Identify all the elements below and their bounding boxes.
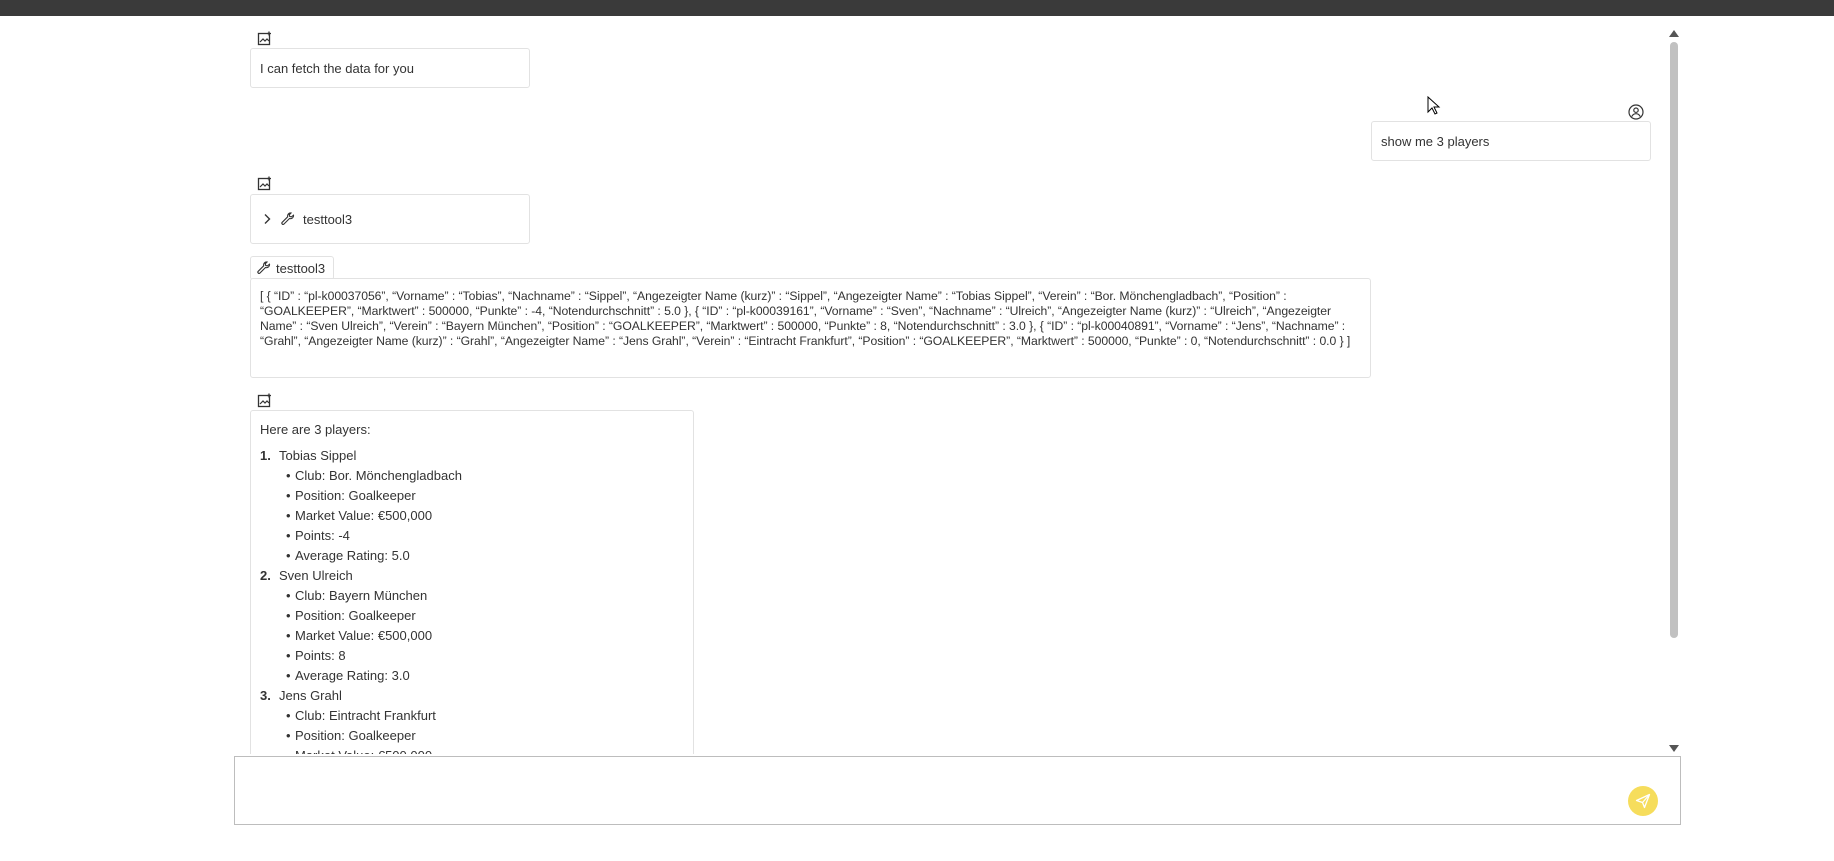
- player-detail: Points: 8: [286, 646, 684, 666]
- player-number: 1.: [260, 448, 271, 463]
- player-number: 2.: [260, 568, 271, 583]
- message-input[interactable]: [235, 757, 1680, 824]
- player-details: Club: Eintracht Frankfurt Position: Goal…: [279, 706, 684, 754]
- player-detail: Average Rating: 5.0: [286, 546, 684, 566]
- player-detail: Position: Goalkeeper: [286, 726, 684, 746]
- assistant-message-greeting: I can fetch the data for you: [250, 48, 530, 88]
- player-list: 1. Tobias Sippel Club: Bor. Mönchengladb…: [260, 446, 684, 754]
- tool-result-tag: testtool3: [250, 256, 335, 280]
- wrench-icon: [281, 212, 295, 226]
- send-icon: [1635, 793, 1651, 809]
- player-detail: Club: Bor. Mönchengladbach: [286, 466, 684, 486]
- player-name: Sven Ulreich: [279, 568, 353, 583]
- answer-intro: Here are 3 players:: [260, 422, 371, 437]
- player-detail: Position: Goalkeeper: [286, 606, 684, 626]
- scroll-up-arrow-icon[interactable]: [1669, 30, 1679, 37]
- wrench-icon: [257, 261, 271, 275]
- assistant-message-answer: Here are 3 players: 1. Tobias Sippel Clu…: [250, 410, 694, 754]
- player-detail: Average Rating: 3.0: [286, 666, 684, 686]
- assistant-avatar-icon: [254, 173, 276, 195]
- tool-result-message: [ { “ID” : “pl-k00037056”, “Vorname” : “…: [250, 278, 1371, 378]
- tool-result-json: [ { “ID” : “pl-k00037056”, “Vorname” : “…: [260, 289, 1351, 348]
- assistant-avatar-icon: [254, 28, 276, 50]
- send-button[interactable]: [1628, 786, 1658, 816]
- chat-scrollbar[interactable]: [1663, 26, 1685, 754]
- player-item: 1. Tobias Sippel Club: Bor. Mönchengladb…: [260, 446, 684, 566]
- player-detail: Club: Eintracht Frankfurt: [286, 706, 684, 726]
- message-composer[interactable]: [234, 756, 1681, 825]
- message-text: I can fetch the data for you: [260, 61, 414, 76]
- message-text: show me 3 players: [1381, 134, 1490, 149]
- user-message: show me 3 players: [1371, 121, 1651, 161]
- player-name: Tobias Sippel: [279, 448, 357, 463]
- scroll-down-arrow-icon[interactable]: [1669, 745, 1679, 752]
- player-details: Club: Bayern München Position: Goalkeepe…: [279, 586, 684, 686]
- player-detail: Market Value: €500,000: [286, 626, 684, 646]
- browser-top-bar: [0, 0, 1834, 16]
- chevron-right-icon[interactable]: [261, 213, 273, 225]
- player-item: 2. Sven Ulreich Club: Bayern München Pos…: [260, 566, 684, 686]
- tool-result-name: testtool3: [276, 260, 326, 276]
- player-detail: Points: -4: [286, 526, 684, 546]
- scrollbar-thumb[interactable]: [1670, 42, 1678, 638]
- player-detail: Position: Goalkeeper: [286, 486, 684, 506]
- player-detail: Market Value: €500,000: [286, 506, 684, 526]
- assistant-avatar-icon: [254, 390, 276, 412]
- player-item: 3. Jens Grahl Club: Eintracht Frankfurt …: [260, 686, 684, 754]
- tool-call-name: testtool3: [303, 211, 353, 227]
- player-detail: Market Value: €500,000: [286, 746, 684, 754]
- tool-call-collapsible[interactable]: testtool3: [250, 194, 530, 244]
- player-number: 3.: [260, 688, 271, 703]
- chat-transcript[interactable]: I can fetch the data for you show me 3 p…: [230, 24, 1670, 754]
- player-name: Jens Grahl: [279, 688, 342, 703]
- player-detail: Club: Bayern München: [286, 586, 684, 606]
- mouse-cursor-icon: [1427, 95, 1441, 121]
- player-details: Club: Bor. Mönchengladbach Position: Goa…: [279, 466, 684, 566]
- user-avatar-icon: [1625, 101, 1647, 123]
